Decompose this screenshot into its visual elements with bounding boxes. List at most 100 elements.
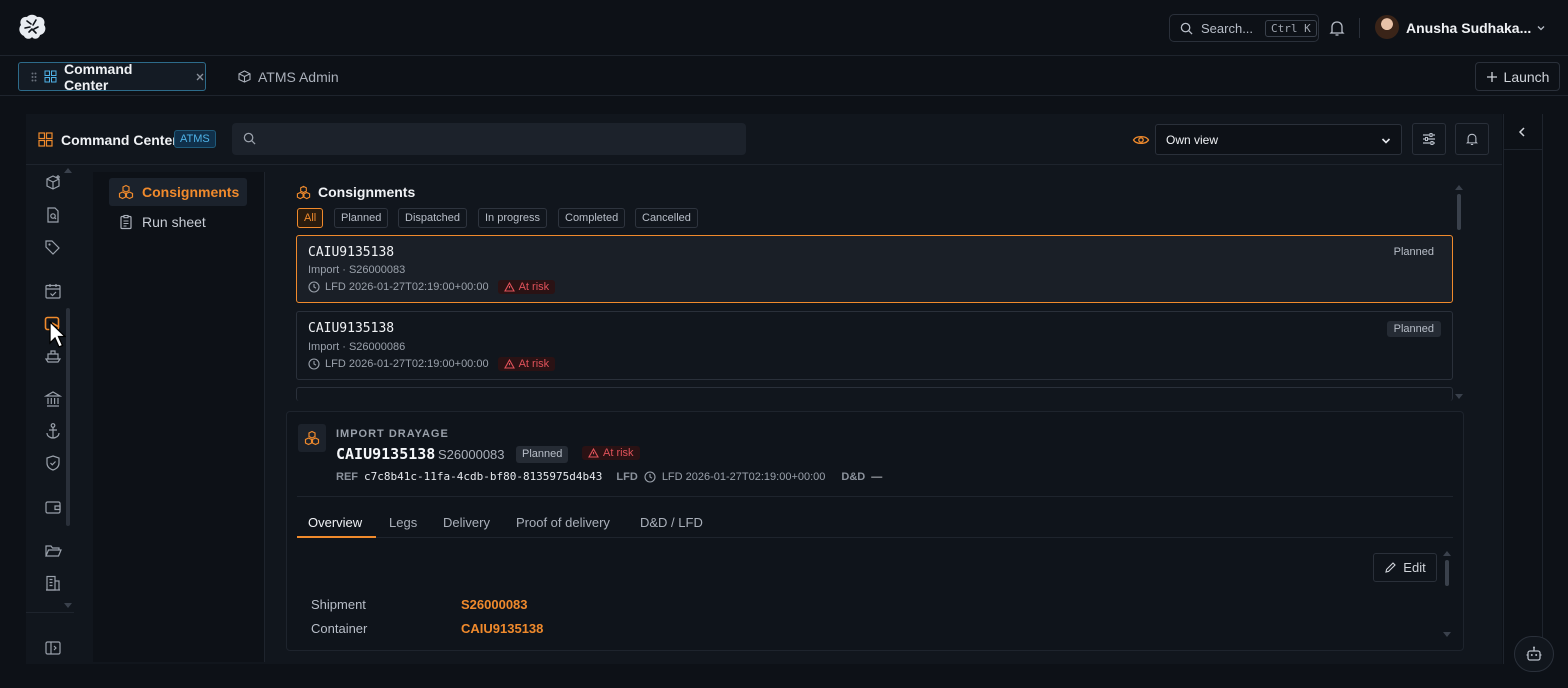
- rail-scrollbar[interactable]: [66, 308, 70, 526]
- lfd-value: LFD 2026-01-27T02:19:00+00:00: [661, 470, 826, 483]
- dd-value: —: [871, 470, 883, 483]
- right-collapsed-panel: [1503, 114, 1543, 664]
- sidebar-toggle-icon[interactable]: [44, 639, 62, 657]
- bell-icon[interactable]: [1328, 19, 1346, 37]
- divider: [1359, 18, 1360, 38]
- detail-scrollbar[interactable]: [1445, 560, 1449, 586]
- container-link[interactable]: CAIU9135138: [461, 621, 543, 636]
- ship-icon[interactable]: [44, 347, 62, 365]
- card-subtitle: Import · S26000083: [308, 264, 406, 276]
- tab-label: Command Center: [64, 60, 133, 93]
- tab-legs[interactable]: Legs: [389, 515, 417, 530]
- tab-dd-lfd[interactable]: D&D / LFD: [640, 515, 703, 530]
- card-lfd-text: LFD 2026-01-27T02:19:00+00:00: [325, 358, 489, 370]
- scroll-down-icon[interactable]: [64, 603, 72, 608]
- boxes-icon: [296, 185, 311, 200]
- status-badge: Planned: [1386, 321, 1441, 337]
- card-container-id: CAIU9135138: [308, 321, 395, 336]
- card-lfd-text: LFD 2026-01-27T02:19:00+00:00: [325, 281, 489, 293]
- edit-label: Edit: [1403, 560, 1426, 575]
- app-badge: ATMS: [174, 130, 216, 148]
- close-icon[interactable]: [195, 72, 205, 82]
- bell-icon: [1465, 132, 1479, 146]
- scroll-down-icon[interactable]: [1455, 394, 1463, 399]
- user-name[interactable]: Anusha Sudhaka...: [1406, 20, 1531, 36]
- eye-icon: [1132, 132, 1150, 148]
- anchor-icon[interactable]: [44, 422, 62, 440]
- active-tab-indicator: [297, 536, 376, 538]
- drag-handle-icon[interactable]: [31, 72, 37, 82]
- document-search-icon[interactable]: [44, 206, 62, 224]
- filter-chip-all[interactable]: All: [297, 208, 324, 228]
- grid-icon: [44, 70, 57, 83]
- list-title: Consignments: [296, 184, 415, 200]
- tab-delivery[interactable]: Delivery: [443, 515, 490, 530]
- detail-container-id: CAIU9135138: [336, 445, 436, 463]
- tab-proof-of-delivery[interactable]: Proof of delivery: [516, 515, 610, 530]
- brain-logo-icon[interactable]: [16, 12, 48, 42]
- building-icon[interactable]: [44, 574, 62, 592]
- tab-atms-admin[interactable]: ATMS Admin: [238, 62, 339, 91]
- shipment-link[interactable]: S26000083: [461, 597, 528, 612]
- launch-label: Launch: [1503, 68, 1550, 85]
- subnav-item-consignments[interactable]: Consignments: [109, 178, 247, 206]
- status-badge: Planned: [1393, 246, 1434, 258]
- pencil-icon: [1384, 561, 1397, 574]
- cube-icon: [238, 70, 251, 83]
- boxes-icon: [298, 424, 326, 452]
- package-add-icon[interactable]: [44, 174, 62, 192]
- plus-icon: [1486, 71, 1498, 83]
- view-select[interactable]: Own view: [1155, 124, 1402, 155]
- card-lfd: LFD 2026-01-27T02:19:00+00:00 At risk: [308, 357, 556, 371]
- folder-open-icon[interactable]: [44, 542, 62, 560]
- subnav-label: Consignments: [142, 184, 240, 200]
- scroll-up-icon[interactable]: [64, 168, 72, 173]
- bank-icon[interactable]: [44, 390, 62, 408]
- launch-button[interactable]: Launch: [1475, 62, 1560, 91]
- filter-settings-button[interactable]: [1412, 123, 1446, 155]
- avatar[interactable]: [1375, 15, 1399, 39]
- app-search-input[interactable]: [232, 123, 746, 155]
- chevron-left-icon[interactable]: [1516, 126, 1528, 138]
- alert-triangle-icon: [503, 359, 515, 369]
- global-search-button[interactable]: Search... Ctrl K: [1169, 14, 1319, 42]
- calendar-check-icon[interactable]: [44, 282, 62, 300]
- tab-bar: [0, 56, 1568, 96]
- scroll-down-icon[interactable]: [1443, 632, 1451, 637]
- subnav-item-run-sheet[interactable]: Run sheet: [109, 208, 247, 236]
- assistant-button[interactable]: [1514, 636, 1554, 672]
- app-title: Command Center: [61, 132, 178, 148]
- tab-label: ATMS Admin: [258, 68, 339, 85]
- list-title-text: Consignments: [318, 184, 416, 200]
- chevron-down-icon[interactable]: [1535, 22, 1547, 34]
- filter-chip-planned[interactable]: Planned: [334, 208, 389, 228]
- consignment-card-partial[interactable]: [296, 387, 1453, 401]
- clock-icon: [644, 470, 656, 483]
- risk-text: At risk: [518, 281, 550, 293]
- scroll-up-icon[interactable]: [1455, 185, 1463, 190]
- consignment-card[interactable]: CAIU9135138 Import · S26000083 LFD 2026-…: [296, 235, 1453, 303]
- subnav-label: Run sheet: [142, 214, 206, 230]
- clock-icon: [308, 281, 320, 293]
- scroll-up-icon[interactable]: [1443, 551, 1451, 556]
- tags-icon[interactable]: [44, 238, 62, 256]
- tab-overview[interactable]: Overview: [308, 515, 362, 530]
- list-scrollbar[interactable]: [1457, 194, 1461, 230]
- dd-label: D&D: [841, 470, 866, 483]
- alert-triangle-icon: [588, 448, 599, 458]
- alert-triangle-icon: [503, 282, 515, 292]
- filter-chip-in-progress[interactable]: In progress: [478, 208, 548, 228]
- detail-shipment: S26000083: [438, 447, 505, 462]
- notifications-button[interactable]: [1455, 123, 1489, 155]
- shield-check-icon[interactable]: [44, 454, 62, 472]
- tab-command-center[interactable]: Command Center: [18, 60, 206, 93]
- divider: [297, 496, 1453, 497]
- filter-chip-cancelled[interactable]: Cancelled: [635, 208, 698, 228]
- view-select-value: Own view: [1166, 132, 1219, 147]
- filter-chip-completed[interactable]: Completed: [558, 208, 626, 228]
- filter-chip-dispatched[interactable]: Dispatched: [398, 208, 468, 228]
- card-subtitle: Import · S26000086: [308, 341, 406, 353]
- consignment-card[interactable]: CAIU9135138 Import · S26000086 LFD 2026-…: [296, 311, 1453, 380]
- wallet-icon[interactable]: [44, 498, 62, 516]
- edit-button[interactable]: Edit: [1373, 553, 1437, 582]
